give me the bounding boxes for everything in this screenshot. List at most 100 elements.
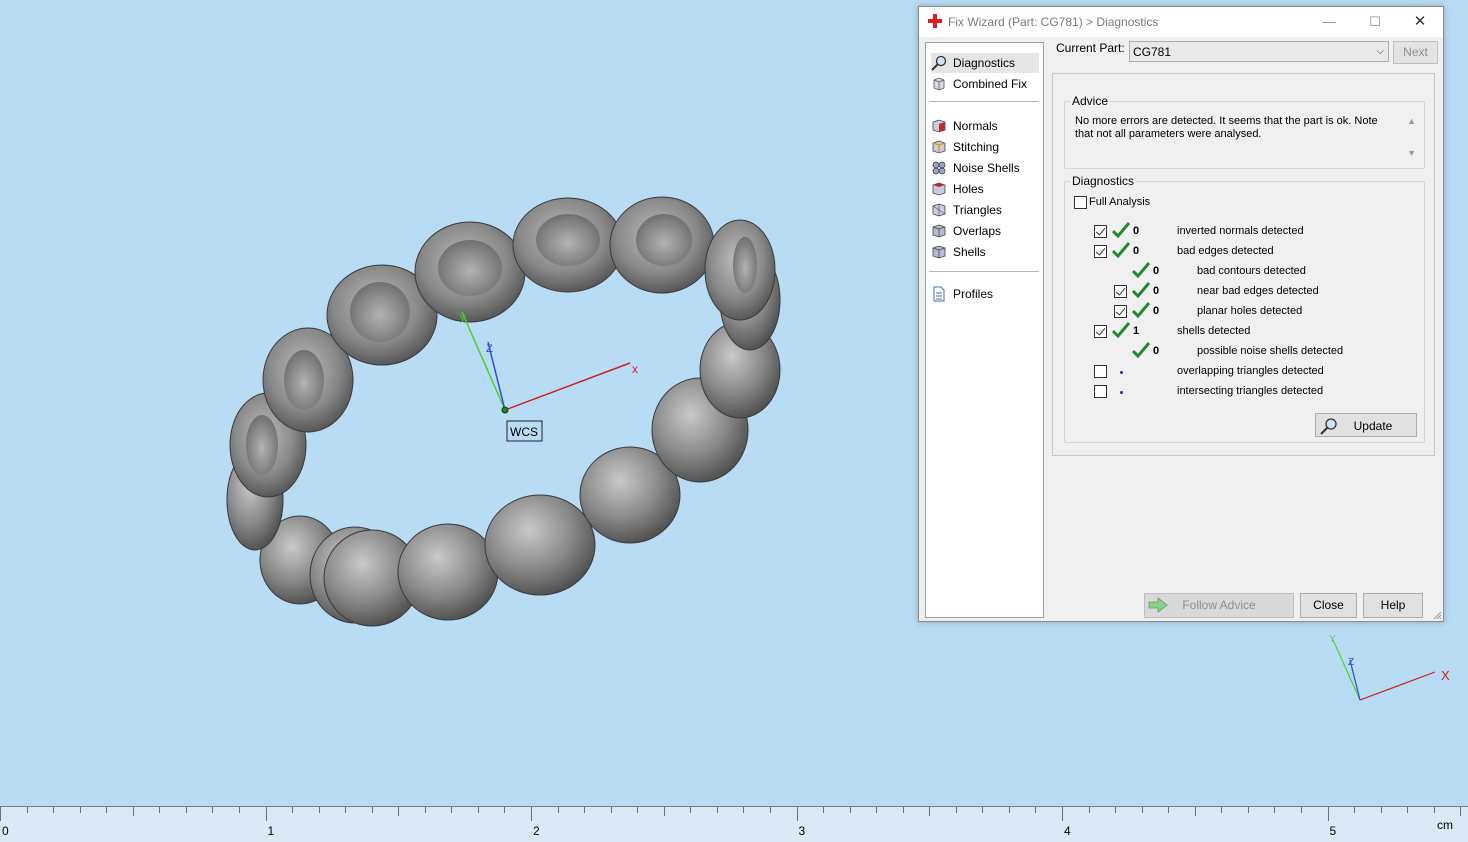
nav-item-normals[interactable]: Normals [931,116,1039,136]
bad-edges-checkbox[interactable] [1094,245,1107,258]
wcs-label: WCS [510,425,538,439]
overlaps-cube-icon [932,224,946,238]
mini-axis-x-label: X [1441,668,1450,683]
inverted-normals-checkbox[interactable] [1094,225,1107,238]
diagnostics-group: Diagnostics Full Analysis 0 inverted nor… [1064,174,1425,443]
nav-label: Triangles [953,203,1002,217]
ruler-tick [318,807,320,813]
ruler-tick [531,807,532,821]
nav-item-combined-fix[interactable]: Combined Fix [931,74,1039,94]
follow-advice-button[interactable]: Follow Advice [1144,593,1294,618]
ruler-tick [929,807,931,816]
mini-axis-y-label: Y [1329,634,1336,645]
ruler-tick [1274,807,1276,813]
title-bar[interactable]: Fix Wizard (Part: CG781) > Diagnostics —… [919,7,1443,37]
nav-item-profiles[interactable]: Profiles [931,284,1039,304]
overlapping-triangles-checkbox[interactable] [1094,365,1107,378]
ruler-tick [849,807,851,813]
bad-contours-label: bad contours detected [1197,265,1306,277]
nav-label: Overlaps [953,224,1002,238]
red-cross-icon [928,14,942,28]
ruler-tick [1035,807,1037,813]
shells-cube-icon [932,245,946,259]
shells-checkbox[interactable] [1094,325,1107,338]
nav-label: Combined Fix [953,77,1028,91]
axis-x-label: x [632,362,638,376]
next-button[interactable]: Next [1393,41,1438,64]
nav-item-shells[interactable]: Shells [931,242,1039,262]
cube-icon [933,77,945,91]
ruler-tick [1354,807,1356,813]
current-part-value: CG781 [1133,45,1172,59]
ruler-tick [398,807,400,816]
wcs-axes: x Y Z WCS [459,311,638,442]
pending-dot-icon [1120,391,1123,394]
advice-text: No more errors are detected. It seems th… [1075,115,1378,140]
ruler-tick [477,807,479,813]
ruler-tick [159,807,161,813]
planar-holes-checkbox[interactable] [1114,305,1127,318]
ruler-tick [0,807,1,821]
current-part-select[interactable]: CG781 ⌵ [1129,41,1389,62]
nav-item-overlaps[interactable]: Overlaps [931,221,1039,241]
bad-edges-label: bad edges detected [1177,245,1274,257]
axis-y-label: Y [459,313,467,325]
ruler-tick [743,807,745,813]
magnifier-icon [931,55,947,71]
ruler-tick [796,807,798,821]
check-icon [1132,342,1150,358]
noise-shells-icon [932,161,946,175]
close-button[interactable]: Close [1300,593,1357,618]
near-bad-edges-checkbox[interactable] [1114,285,1127,298]
check-icon [1112,322,1130,338]
update-button[interactable]: Update [1315,413,1417,437]
help-button[interactable]: Help [1363,593,1423,618]
holes-cube-icon [932,182,946,196]
orientation-axes: X Y Z [1329,634,1450,701]
ruler-tick [238,807,240,813]
ruler-tick [1221,807,1223,813]
maximize-button[interactable]: ☐ [1352,7,1398,37]
check-icon [1112,242,1130,258]
near-bad-edges-count: 0 [1153,285,1160,297]
scroll-up-icon[interactable]: ▲ [1407,116,1416,126]
noise-shells-label: possible noise shells detected [1197,345,1344,357]
full-analysis-checkbox[interactable] [1074,196,1087,209]
nav-item-noise-shells[interactable]: Noise Shells [931,158,1039,178]
ruler-tick [1115,807,1117,813]
intersecting-triangles-checkbox[interactable] [1094,385,1107,398]
nav-item-diagnostics[interactable]: Diagnostics [931,53,1039,73]
ruler-label: 3 [798,824,806,838]
check-icon [1132,262,1150,278]
window-close-button[interactable]: ✕ [1397,7,1443,37]
ruler-tick [1327,807,1329,821]
ruler-tick [79,807,81,813]
advice-group: Advice No more errors are detected. It s… [1064,94,1425,169]
ruler-tick [690,807,692,813]
scroll-down-icon[interactable]: ▼ [1407,148,1416,158]
minimize-button[interactable]: — [1306,7,1352,37]
resize-grip-icon[interactable] [1432,610,1442,620]
ruler-tick [955,807,957,813]
nav-item-stitching[interactable]: Stitching [931,137,1039,157]
ruler-label: 4 [1064,824,1071,838]
nav-item-triangles[interactable]: Triangles [931,200,1039,220]
ruler-tick [1168,807,1170,813]
nav-item-holes[interactable]: Holes [931,179,1039,199]
ruler-tick [1194,807,1196,816]
pending-dot-icon [1120,371,1123,374]
nav-label: Noise Shells [953,161,1020,175]
planar-holes-label: planar holes detected [1197,305,1303,317]
ruler-tick [876,807,878,813]
nav-divider [929,101,1039,102]
ruler-tick [1460,807,1462,816]
ruler-tick [1247,807,1249,813]
inverted-normals-label: inverted normals detected [1177,225,1304,237]
shells-label: shells detected [1177,325,1251,337]
ruler-tick [557,807,559,813]
ruler-tick [823,807,825,813]
ruler-label: 2 [533,824,540,838]
ruler-tick [424,807,426,813]
nav-label: Profiles [953,287,994,301]
ruler-tick [584,807,586,813]
